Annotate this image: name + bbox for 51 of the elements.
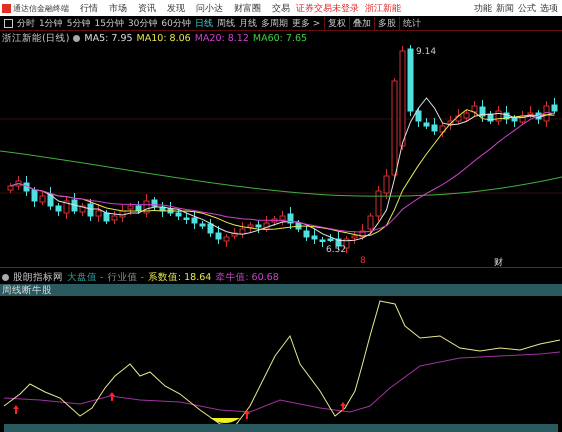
indicator-name: 股朗指标网 xyxy=(13,270,63,284)
period-tab[interactable]: 1分钟 xyxy=(39,16,63,30)
period-tab[interactable]: 60分钟 xyxy=(161,16,191,30)
indicator-value: 大盘值 - xyxy=(67,270,104,284)
app-name: 通达信金融终端 xyxy=(13,2,69,14)
period-tab[interactable]: 15分钟 xyxy=(94,16,124,30)
tool-button[interactable]: 叠加 xyxy=(349,16,374,30)
tool-button[interactable]: 复权 xyxy=(324,16,350,30)
tool-button[interactable]: 统计 xyxy=(399,16,424,30)
menu-item[interactable]: 财富圈 xyxy=(234,2,261,14)
up-arrow-icon xyxy=(340,402,346,411)
event-mark[interactable]: 8 xyxy=(360,256,366,266)
up-arrow-icon xyxy=(109,392,115,401)
up-arrow-icon xyxy=(13,405,19,414)
indicator-value: 系数值: 18.64 xyxy=(148,270,212,284)
period-tab[interactable]: 月线 xyxy=(238,16,257,30)
ma-value: MA10: 8.06 xyxy=(136,32,191,44)
band-label: 周线断牛股 xyxy=(1,284,52,296)
period-tab[interactable]: 5分钟 xyxy=(66,16,90,30)
menu-item[interactable]: 选项 xyxy=(540,2,558,14)
app-logo-icon xyxy=(2,4,11,12)
menu-item[interactable]: 问小达 xyxy=(196,2,223,14)
period-tab[interactable]: 日线 xyxy=(194,16,213,30)
menu-item[interactable]: 新闻 xyxy=(496,2,514,14)
menu-item[interactable]: 市场 xyxy=(109,2,127,14)
indicator-value: 行业值 - xyxy=(107,270,144,284)
ma-value: MA60: 7.65 xyxy=(252,32,308,44)
event-mark[interactable]: 财 xyxy=(494,256,503,269)
up-arrow-icon xyxy=(244,410,250,419)
menu-item[interactable]: 行情 xyxy=(80,2,98,14)
login-notice[interactable]: 证券交易未登录 xyxy=(296,2,359,14)
menu-item[interactable]: 交易 xyxy=(272,2,290,14)
period-tab[interactable]: 分时 xyxy=(17,16,35,30)
stock-name: 浙江新能 xyxy=(365,2,401,14)
menu-item[interactable]: 公式 xyxy=(518,2,536,14)
menu-item[interactable]: 资讯 xyxy=(138,2,156,14)
period-tab[interactable]: 多周期 xyxy=(260,16,288,30)
ma-value: MA5: 7.95 xyxy=(84,32,133,44)
period-tab[interactable]: 30分钟 xyxy=(128,16,158,30)
menu-item[interactable]: 发现 xyxy=(167,2,185,14)
tool-button[interactable]: 多股 xyxy=(374,16,400,30)
signal-area xyxy=(210,418,240,423)
ma-value: MA20: 8.12 xyxy=(194,32,249,44)
period-tab[interactable]: 更多 > xyxy=(292,16,320,30)
low-price-label: 6.52 xyxy=(326,245,346,255)
panel-toggle-icon[interactable] xyxy=(4,18,13,28)
period-tab[interactable]: 周线 xyxy=(216,16,235,30)
high-price-label: 9.14 xyxy=(416,47,436,57)
menu-item[interactable]: 功能 xyxy=(474,2,492,14)
indicator-value: 牵牛值: 60.68 xyxy=(215,270,279,284)
chart-title: 浙江新能(日线) xyxy=(2,32,70,44)
